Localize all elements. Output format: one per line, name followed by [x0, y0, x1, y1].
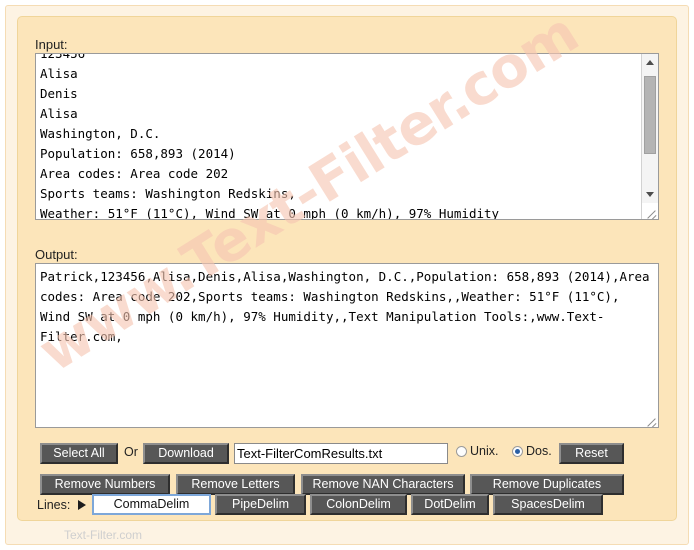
resize-grip-icon[interactable]: [642, 411, 658, 427]
download-button[interactable]: Download: [143, 443, 229, 464]
input-label: Input:: [35, 37, 68, 52]
arrow-right-icon: [78, 500, 86, 510]
radio-unix-icon[interactable]: [456, 445, 467, 457]
or-label: Or: [124, 445, 138, 459]
remove-nan-characters-button[interactable]: Remove NAN Characters: [301, 474, 465, 495]
scroll-down-icon[interactable]: [642, 186, 658, 202]
reset-button[interactable]: Reset: [559, 443, 624, 464]
output-label: Output:: [35, 247, 78, 262]
radio-dos-icon[interactable]: [512, 445, 523, 457]
comma-delim-button[interactable]: CommaDelim: [92, 494, 211, 515]
pipe-delim-button[interactable]: PipeDelim: [215, 494, 306, 515]
radio-unix-label: Unix.: [470, 444, 499, 458]
remove-letters-button[interactable]: Remove Letters: [176, 474, 295, 495]
input-scrollbar[interactable]: [641, 54, 658, 219]
filename-input[interactable]: [234, 443, 448, 464]
input-textarea[interactable]: 123456 Alisa Denis Alisa Washington, D.C…: [35, 53, 659, 220]
radio-unix[interactable]: Unix.: [456, 444, 498, 458]
scroll-up-icon[interactable]: [642, 54, 658, 70]
radio-dos-label: Dos.: [526, 444, 552, 458]
remove-duplicates-button[interactable]: Remove Duplicates: [470, 474, 624, 495]
colon-delim-button[interactable]: ColonDelim: [310, 494, 407, 515]
select-all-button[interactable]: Select All: [40, 443, 118, 464]
resize-grip-icon[interactable]: [642, 203, 658, 219]
output-textarea-value: Patrick,123456,Alisa,Denis,Alisa,Washing…: [40, 269, 658, 344]
scrollbar-thumb[interactable]: [644, 76, 656, 154]
footer-watermark: Text-Filter.com: [64, 528, 143, 542]
output-textarea[interactable]: Patrick,123456,Alisa,Denis,Alisa,Washing…: [35, 263, 659, 428]
lines-label: Lines:: [37, 498, 71, 512]
radio-dos[interactable]: Dos.: [512, 444, 552, 458]
dot-delim-button[interactable]: DotDelim: [411, 494, 489, 515]
remove-numbers-button[interactable]: Remove Numbers: [40, 474, 170, 495]
page-root: Input: 123456 Alisa Denis Alisa Washingt…: [0, 0, 694, 550]
spaces-delim-button[interactable]: SpacesDelim: [493, 494, 603, 515]
input-textarea-value: 123456 Alisa Denis Alisa Washington, D.C…: [40, 53, 500, 220]
